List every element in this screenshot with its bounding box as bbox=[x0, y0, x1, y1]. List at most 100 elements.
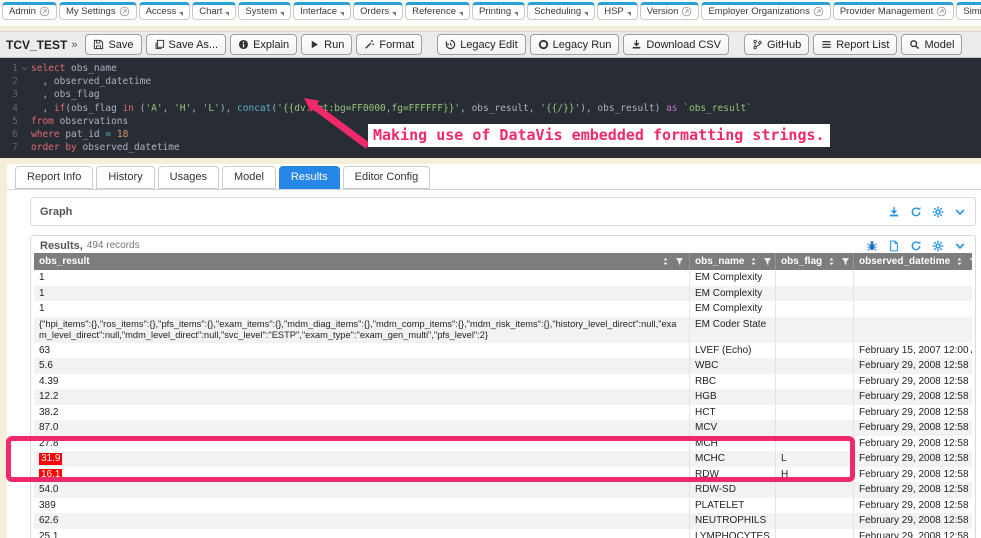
download-icon[interactable] bbox=[888, 206, 900, 218]
refresh-icon[interactable] bbox=[910, 206, 922, 218]
results-table: obs_resultobs_nameobs_flagobserved_datet… bbox=[34, 253, 972, 538]
nav-tab-similar-exposure-groups-segs-[interactable]: Similar Exposure Groups (SEGs) bbox=[956, 2, 981, 20]
table-row[interactable]: 1EM Complexity bbox=[34, 286, 972, 302]
nav-tab-scheduling[interactable]: Scheduling bbox=[527, 2, 595, 20]
legacy-edit-button[interactable]: Legacy Edit bbox=[437, 34, 525, 55]
results-tabstrip: Report InfoHistoryUsagesModelResultsEdit… bbox=[7, 164, 981, 190]
legacy-run-button[interactable]: Legacy Run bbox=[530, 34, 620, 55]
table-row[interactable]: 5.6WBCFebruary 29, 2008 12:58 PM bbox=[34, 358, 972, 374]
cell-observed_datetime: February 29, 2008 12:58 PM bbox=[853, 420, 972, 436]
tab-report-info[interactable]: Report Info bbox=[15, 166, 93, 189]
table-row[interactable]: 1EM Complexity bbox=[34, 270, 972, 286]
nav-tab-employer-organizations[interactable]: Employer Organizations bbox=[701, 2, 830, 20]
table-row[interactable]: {"hpi_items":{},"ros_items":{},"pfs_item… bbox=[34, 317, 972, 343]
nav-tab-access[interactable]: Access bbox=[139, 2, 191, 20]
column-header-obs_name[interactable]: obs_name bbox=[689, 253, 775, 270]
explain-button[interactable]: Explain bbox=[230, 34, 297, 55]
popout-icon[interactable] bbox=[39, 6, 50, 17]
table-row[interactable]: 63LVEF (Echo)February 15, 2007 12:00 AM bbox=[34, 343, 972, 359]
nav-tab-provider-management[interactable]: Provider Management bbox=[833, 2, 954, 20]
column-header-obs_result[interactable]: obs_result bbox=[34, 253, 689, 270]
tab-history[interactable]: History bbox=[96, 166, 154, 189]
table-row[interactable]: 4.39RBCFebruary 29, 2008 12:58 PM bbox=[34, 374, 972, 390]
column-header-observed_datetime[interactable]: observed_datetime bbox=[853, 253, 972, 270]
cell-observed_datetime: February 15, 2007 12:00 AM bbox=[853, 343, 972, 359]
nav-tab-label: HSP bbox=[604, 6, 624, 17]
nav-tab-system[interactable]: System bbox=[238, 2, 291, 20]
funnel-icon[interactable] bbox=[969, 257, 972, 266]
fold-chevron-icon[interactable] bbox=[18, 62, 31, 75]
report-expand-chevron[interactable]: » bbox=[71, 39, 77, 51]
funnel-icon[interactable] bbox=[841, 257, 850, 266]
table-row[interactable]: 62.6NEUTROPHILSFebruary 29, 2008 12:58 P… bbox=[34, 513, 972, 529]
nav-tab-orders[interactable]: Orders bbox=[353, 2, 403, 20]
cell-observed_datetime: February 29, 2008 12:58 PM bbox=[853, 529, 972, 538]
sort-icon[interactable] bbox=[955, 257, 964, 266]
graph-panel-header[interactable]: Graph bbox=[31, 198, 975, 225]
tab-editor-config[interactable]: Editor Config bbox=[343, 166, 431, 189]
toolbar-buttons: SaveSave As...ExplainRunFormat Legacy Edi… bbox=[85, 34, 962, 55]
nav-tab-label: Employer Organizations bbox=[708, 6, 809, 17]
popout-icon[interactable] bbox=[681, 6, 692, 17]
tab-results[interactable]: Results bbox=[279, 166, 340, 189]
sort-icon[interactable] bbox=[661, 257, 670, 266]
chevron-down-icon[interactable] bbox=[954, 206, 966, 218]
chevron-down-icon[interactable] bbox=[954, 240, 966, 252]
nav-tab-admin[interactable]: Admin bbox=[2, 2, 57, 20]
table-row[interactable]: 87.0MCVFebruary 29, 2008 12:58 PM bbox=[34, 420, 972, 436]
tab-usages[interactable]: Usages bbox=[158, 166, 219, 189]
table-row[interactable]: 12.2HGBFebruary 29, 2008 12:58 PM bbox=[34, 389, 972, 405]
play-icon bbox=[309, 39, 320, 50]
funnel-icon[interactable] bbox=[675, 257, 684, 266]
cell-obs_name: PLATELET bbox=[689, 498, 775, 514]
nav-tab-hsp[interactable]: HSP bbox=[597, 2, 638, 20]
cell-obs_flag bbox=[775, 301, 853, 317]
cell-obs_name: HCT bbox=[689, 405, 775, 421]
refresh-icon[interactable] bbox=[910, 240, 922, 252]
cell-obs_result: 1 bbox=[34, 270, 689, 286]
table-header-row: obs_resultobs_nameobs_flagobserved_datet… bbox=[34, 253, 972, 270]
sort-icon[interactable] bbox=[749, 257, 758, 266]
cell-obs_result: 63 bbox=[34, 343, 689, 359]
button-label: Report List bbox=[836, 39, 889, 51]
results-panel-header[interactable]: Results, 494 records bbox=[31, 236, 975, 253]
cell-observed_datetime: February 29, 2008 12:58 PM bbox=[853, 451, 972, 467]
nav-tab-my-settings[interactable]: My Settings bbox=[59, 2, 137, 20]
sort-icon[interactable] bbox=[827, 257, 836, 266]
report-name[interactable]: TCV_TEST bbox=[6, 38, 67, 52]
table-row[interactable]: 389PLATELETFebruary 29, 2008 12:58 PM bbox=[34, 498, 972, 514]
toolbar: TCV_TEST » SaveSave As...ExplainRunForma… bbox=[0, 31, 981, 58]
gear-icon[interactable] bbox=[932, 206, 944, 218]
nav-tab-printing[interactable]: Printing bbox=[472, 2, 525, 20]
gear-icon[interactable] bbox=[932, 240, 944, 252]
cell-obs_name: RBC bbox=[689, 374, 775, 390]
bug-icon[interactable] bbox=[866, 240, 878, 252]
download-csv-button[interactable]: Download CSV bbox=[623, 34, 729, 55]
nav-tab-interface[interactable]: Interface bbox=[293, 2, 351, 20]
format-button[interactable]: Format bbox=[356, 34, 422, 55]
column-header-obs_flag[interactable]: obs_flag bbox=[775, 253, 853, 270]
dropdown-caret-icon bbox=[280, 12, 284, 16]
popout-icon[interactable] bbox=[119, 6, 130, 17]
popout-icon[interactable] bbox=[936, 6, 947, 17]
nav-tab-version[interactable]: Version bbox=[640, 2, 700, 20]
nav-tab-chart[interactable]: Chart bbox=[192, 2, 236, 20]
save-as--button[interactable]: Save As... bbox=[146, 34, 227, 55]
table-row[interactable]: 38.2HCTFebruary 29, 2008 12:58 PM bbox=[34, 405, 972, 421]
table-row[interactable]: 54.0RDW-SDFebruary 29, 2008 12:58 PM bbox=[34, 482, 972, 498]
file-icon[interactable] bbox=[888, 240, 900, 252]
tab-model[interactable]: Model bbox=[222, 166, 276, 189]
nav-tab-reference[interactable]: Reference bbox=[405, 2, 470, 20]
run-button[interactable]: Run bbox=[301, 34, 352, 55]
model-button[interactable]: Model bbox=[901, 34, 962, 55]
table-row[interactable]: 1EM Complexity bbox=[34, 301, 972, 317]
funnel-icon[interactable] bbox=[763, 257, 772, 266]
cell-obs_flag bbox=[775, 389, 853, 405]
report-list-button[interactable]: Report List bbox=[813, 34, 897, 55]
cell-obs_flag bbox=[775, 374, 853, 390]
popout-icon[interactable] bbox=[813, 6, 824, 17]
github-button[interactable]: GitHub bbox=[744, 34, 809, 55]
table-row[interactable]: 25.1LYMPHOCYTESFebruary 29, 2008 12:58 P… bbox=[34, 529, 972, 538]
cell-observed_datetime bbox=[853, 270, 972, 286]
save-button[interactable]: Save bbox=[85, 34, 141, 55]
